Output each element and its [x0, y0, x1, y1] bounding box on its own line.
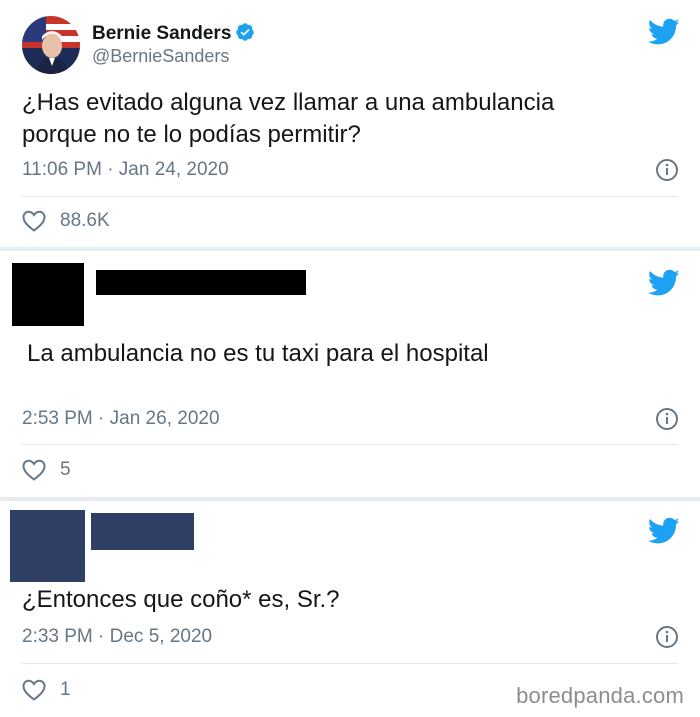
verified-badge-icon: [235, 22, 255, 42]
tweet-timestamp[interactable]: 2:33 PM · Dec 5, 2020: [22, 626, 212, 648]
tweet-text-line: porque no te lo podías permitir?: [22, 121, 361, 148]
info-icon[interactable]: [655, 407, 679, 431]
tweet-text-line: ¿Entonces que coño* es, Sr.?: [22, 586, 340, 613]
author-name-text: Bernie Sanders: [92, 23, 232, 44]
redacted-name: [96, 270, 306, 295]
twitter-bird-icon[interactable]: [648, 269, 680, 297]
twitter-bird-icon[interactable]: [648, 517, 680, 545]
watermark: boredpanda.com: [516, 683, 684, 708]
heart-icon[interactable]: [22, 679, 46, 701]
like-action[interactable]: 5: [22, 459, 71, 481]
tweet-card[interactable]: Bernie Sanders @BernieSanders ¿Has evita…: [0, 0, 700, 247]
like-count: 88.6K: [60, 210, 110, 231]
info-icon[interactable]: [655, 625, 679, 649]
like-action[interactable]: 88.6K: [22, 210, 110, 232]
redacted-name: [91, 513, 194, 550]
tweet-timestamp[interactable]: 11:06 PM · Jan 24, 2020: [22, 159, 229, 181]
like-count: 1: [60, 679, 71, 700]
author-handle[interactable]: @BernieSanders: [92, 46, 229, 67]
divider: [22, 196, 678, 197]
twitter-bird-icon[interactable]: [648, 18, 680, 46]
divider: [22, 663, 678, 664]
tweet-timestamp[interactable]: 2:53 PM · Jan 26, 2020: [22, 408, 220, 430]
author-name[interactable]: Bernie Sanders: [92, 22, 255, 45]
avatar[interactable]: [22, 16, 80, 74]
redacted-avatar: [10, 510, 85, 582]
tweet-text-line: La ambulancia no es tu taxi para el hosp…: [27, 340, 489, 367]
heart-icon[interactable]: [22, 459, 46, 481]
heart-icon[interactable]: [22, 210, 46, 232]
redacted-avatar: [12, 263, 84, 326]
tweet-card[interactable]: La ambulancia no es tu taxi para el hosp…: [0, 251, 700, 497]
tweet-text-line: ¿Has evitado alguna vez llamar a una amb…: [22, 89, 555, 116]
like-count: 5: [60, 459, 71, 480]
divider: [22, 444, 678, 445]
like-action[interactable]: 1: [22, 679, 71, 701]
info-icon[interactable]: [655, 158, 679, 182]
